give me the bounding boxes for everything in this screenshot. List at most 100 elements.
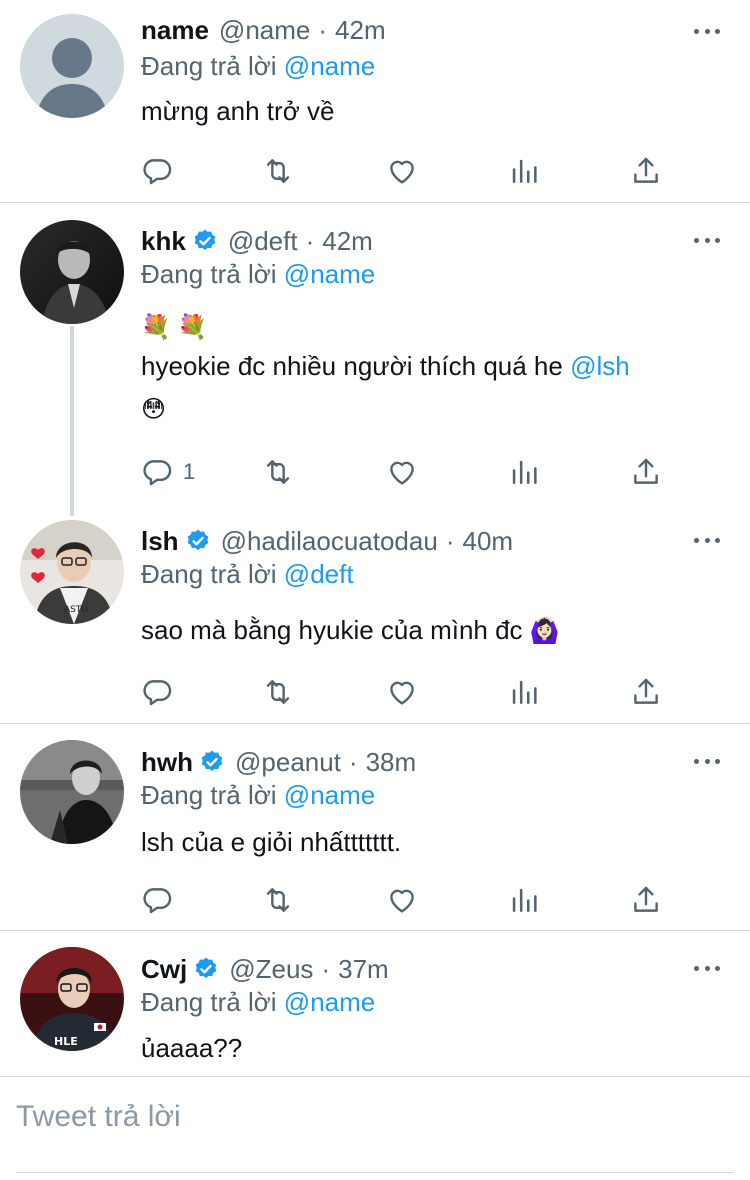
user-handle[interactable]: @name — [219, 15, 310, 46]
display-name[interactable]: lsh — [141, 526, 179, 557]
tweet-emoji: 😳 — [141, 396, 167, 423]
reply-icon — [143, 680, 172, 706]
like-button[interactable] — [385, 153, 419, 189]
reply-count: 1 — [183, 459, 196, 484]
reply-button[interactable] — [141, 882, 183, 918]
tweet-actions: 1 — [141, 454, 681, 490]
composer-underline — [16, 1172, 734, 1173]
tweet-emoji-line: 💐 💐 — [141, 314, 208, 341]
like-icon — [390, 160, 414, 184]
replying-to: Đang trả lời @name — [141, 51, 375, 82]
like-icon — [390, 461, 414, 485]
verified-badge-icon — [185, 528, 211, 554]
analytics-button[interactable] — [507, 882, 541, 918]
replying-to-mention[interactable]: @name — [284, 51, 375, 81]
timestamp[interactable]: 40m — [462, 526, 513, 557]
timestamp[interactable]: 42m — [335, 15, 386, 46]
tweet[interactable]: name @name · 42m Đang trả lời @name mừng… — [0, 0, 750, 200]
more-icon[interactable] — [694, 955, 720, 981]
display-name[interactable]: hwh — [141, 747, 193, 778]
retweet-icon — [266, 460, 290, 484]
tweet-header: Cwj @Zeus · 37m — [141, 952, 389, 986]
timestamp[interactable]: 42m — [322, 226, 373, 257]
more-icon[interactable] — [694, 527, 720, 553]
like-button[interactable] — [385, 674, 419, 710]
tweet[interactable]: hwh @peanut · 38m Đang trả lời @name lsh… — [0, 724, 750, 930]
retweet-icon — [266, 680, 290, 704]
user-handle[interactable]: @Zeus — [229, 954, 313, 985]
replying-to-mention[interactable]: @deft — [284, 559, 354, 589]
avatar[interactable]: HLE — [20, 947, 124, 1051]
like-icon — [390, 681, 414, 705]
analytics-button[interactable] — [507, 674, 541, 710]
separator-dot: · — [321, 953, 331, 984]
avatar[interactable]: ASTU — [20, 520, 124, 624]
svg-text:ASTU: ASTU — [64, 605, 88, 615]
analytics-icon — [512, 680, 537, 704]
reply-icon — [143, 460, 172, 486]
retweet-button[interactable] — [261, 153, 295, 189]
more-icon[interactable] — [694, 748, 720, 774]
user-handle[interactable]: @deft — [228, 226, 298, 257]
reply-button[interactable] — [141, 674, 183, 710]
tweet-header: lsh @hadilaocuatodau · 40m — [141, 524, 513, 558]
tweet-text: hyeokie đc nhiều người thích quá he @lsh — [141, 351, 630, 382]
tweet[interactable]: khk @deft · 42m Đang trả lời @name 💐 💐 h… — [0, 203, 750, 503]
share-icon — [634, 157, 658, 183]
avatar[interactable] — [20, 14, 124, 118]
replying-to-mention[interactable]: @name — [284, 987, 375, 1017]
display-name[interactable]: khk — [141, 226, 186, 257]
separator-dot: · — [305, 225, 315, 256]
timestamp[interactable]: 38m — [366, 747, 417, 778]
avatar[interactable] — [20, 220, 124, 324]
separator-dot: · — [348, 746, 358, 777]
replying-to-label: Đang trả lời — [141, 559, 277, 589]
like-button[interactable] — [385, 882, 419, 918]
analytics-icon — [512, 159, 537, 183]
replying-to-label: Đang trả lời — [141, 259, 277, 289]
reply-button[interactable]: 1 — [141, 454, 195, 490]
share-button[interactable] — [629, 454, 663, 490]
avatar[interactable] — [20, 740, 124, 844]
tweet-header: khk @deft · 42m — [141, 224, 373, 258]
replying-to: Đang trả lời @name — [141, 259, 375, 290]
user-handle[interactable]: @peanut — [235, 747, 341, 778]
share-button[interactable] — [629, 674, 663, 710]
share-icon — [634, 458, 658, 484]
divider — [0, 1076, 750, 1077]
replying-to-mention[interactable]: @name — [284, 780, 375, 810]
reply-icon — [143, 159, 172, 185]
timestamp[interactable]: 37m — [338, 954, 389, 985]
retweet-button[interactable] — [261, 882, 295, 918]
analytics-icon — [512, 888, 537, 912]
tweet[interactable]: ASTU lsh @hadilaocuatodau · 40m Đang trả… — [0, 503, 750, 723]
retweet-button[interactable] — [261, 454, 295, 490]
tweet-text: sao mà bằng hyukie của mình đc 🙆🏻‍♀️ — [141, 615, 560, 646]
replying-to: Đang trả lời @name — [141, 780, 375, 811]
like-button[interactable] — [385, 454, 419, 490]
svg-text:HLE: HLE — [54, 1035, 78, 1048]
user-handle[interactable]: @hadilaocuatodau — [221, 526, 438, 557]
separator-dot: · — [318, 14, 328, 45]
tweet-text: ủaaaa?? — [141, 1033, 243, 1063]
share-button[interactable] — [629, 882, 663, 918]
replying-to-mention[interactable]: @name — [284, 259, 375, 289]
tweet-actions — [141, 674, 681, 710]
reply-composer-input[interactable]: Tweet trả lời — [16, 1100, 181, 1134]
retweet-button[interactable] — [261, 674, 295, 710]
reply-button[interactable] — [141, 153, 183, 189]
analytics-button[interactable] — [507, 153, 541, 189]
retweet-icon — [266, 159, 290, 183]
tweet-mention[interactable]: @lsh — [570, 351, 630, 381]
display-name[interactable]: name — [141, 15, 209, 46]
verified-badge-icon — [192, 228, 218, 254]
tweet-text-main: sao mà bằng hyukie của mình đc — [141, 615, 523, 645]
tweet-text: lsh của e giỏi nhấttttttt. — [141, 827, 402, 857]
share-button[interactable] — [629, 153, 663, 189]
tweet[interactable]: HLE Cwj @Zeus · 37m Đang trả lời @name ủ… — [0, 931, 750, 1076]
display-name[interactable]: Cwj — [141, 954, 187, 985]
analytics-button[interactable] — [507, 454, 541, 490]
more-icon[interactable] — [694, 227, 720, 253]
more-icon[interactable] — [694, 18, 720, 44]
share-icon — [634, 678, 658, 704]
